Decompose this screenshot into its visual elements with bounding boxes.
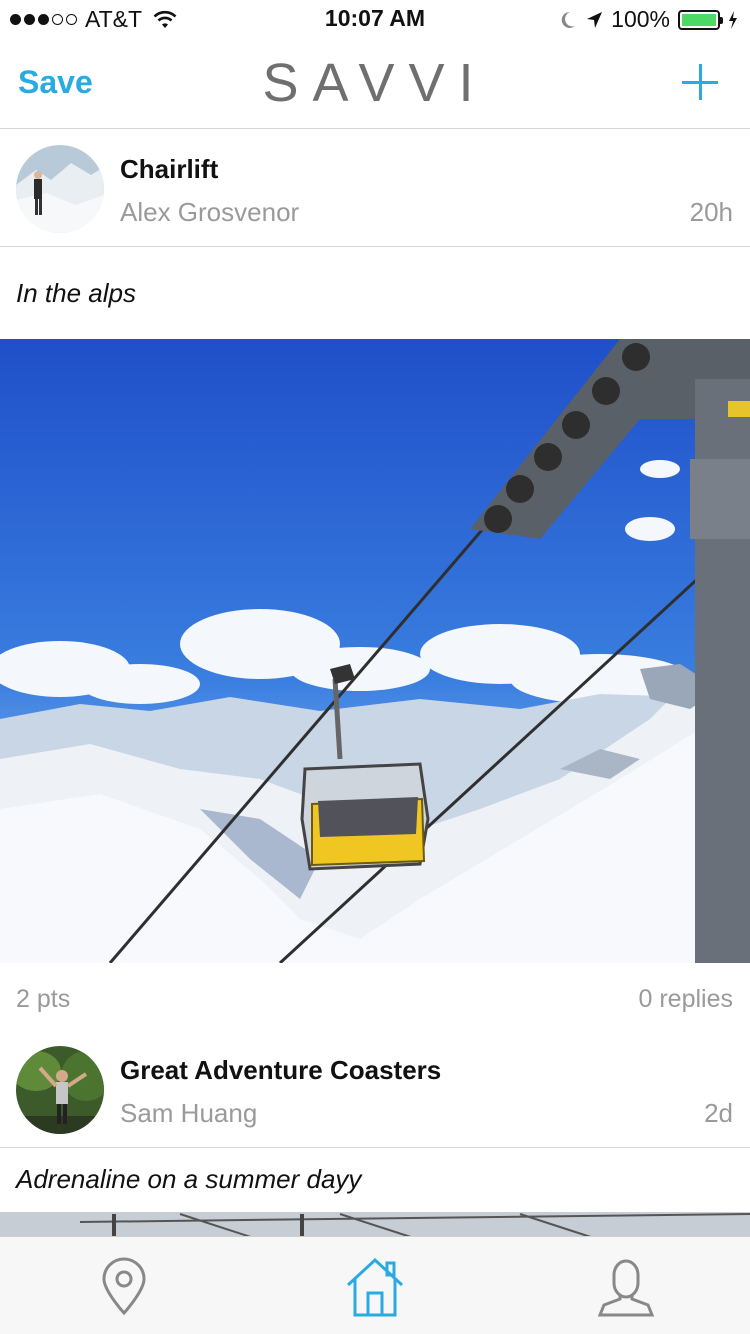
post-title[interactable]: Great Adventure Coasters [120, 1055, 441, 1086]
location-arrow-icon [587, 11, 603, 28]
tab-home[interactable] [343, 1255, 407, 1319]
add-post-button[interactable] [682, 64, 718, 100]
profile-icon [597, 1259, 655, 1317]
charging-bolt-icon [729, 10, 737, 29]
avatar[interactable] [16, 145, 104, 233]
savvi-logo: SAVVI [0, 52, 750, 114]
post-caption: Adrenaline on a summer dayy [16, 1164, 362, 1194]
logo-text: SAVVI [262, 53, 488, 113]
tab-bar [0, 1236, 750, 1334]
battery-percent: 100% [611, 6, 670, 32]
post-timestamp: 20h [689, 197, 733, 227]
avatar[interactable] [16, 1046, 104, 1134]
moon-icon [561, 11, 576, 28]
location-pin-icon [102, 1257, 146, 1316]
post-caption: In the alps [16, 278, 136, 308]
post-author[interactable]: Alex Grosvenor [120, 197, 299, 228]
battery-icon [678, 9, 723, 30]
post-replies[interactable]: 0 replies [639, 985, 734, 1014]
post-title[interactable]: Chairlift [120, 154, 218, 185]
status-right: 100% [559, 6, 738, 33]
post-header[interactable]: Chairlift Alex Grosvenor 20h [0, 129, 750, 247]
tab-map[interactable] [92, 1255, 156, 1319]
tab-profile[interactable] [594, 1255, 658, 1319]
post-author[interactable]: Sam Huang [120, 1098, 257, 1129]
post-points[interactable]: 2 pts [16, 985, 70, 1014]
post-photo[interactable] [0, 339, 750, 963]
status-bar: AT&T 10:07 AM 100% [0, 0, 750, 40]
post-header[interactable]: Great Adventure Coasters Sam Huang 2d [0, 1030, 750, 1148]
navigation-bar: Save SAVVI [0, 40, 750, 129]
home-icon [346, 1257, 404, 1317]
post-timestamp: 2d [704, 1098, 733, 1128]
